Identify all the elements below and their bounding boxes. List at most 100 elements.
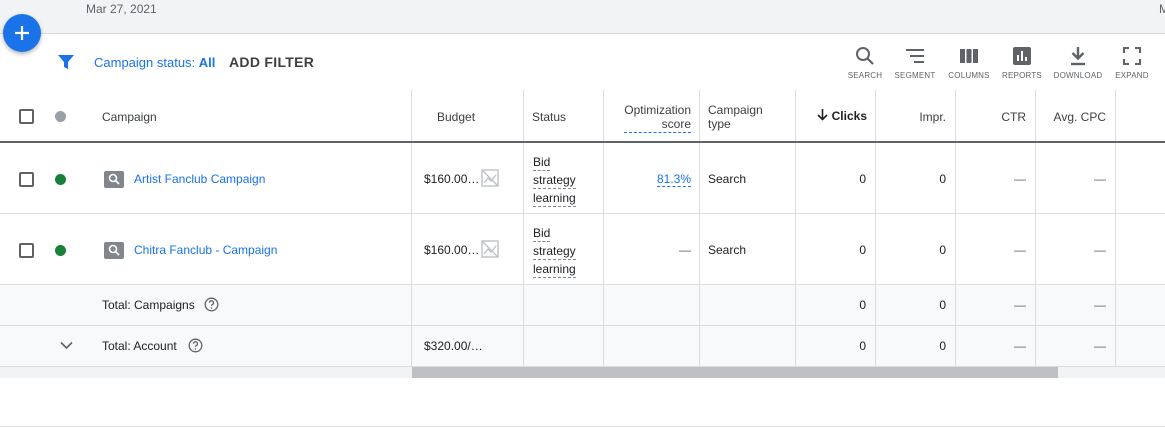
impr-value: 0 (939, 243, 946, 257)
ctr-cell: — (956, 214, 1036, 284)
campaign-status-filter[interactable]: Campaign status: All (94, 55, 215, 70)
horizontal-scrollbar-thumb[interactable] (412, 367, 1058, 378)
search-tool-label: SEARCH (847, 71, 883, 80)
header-clicks-cell[interactable]: Clicks (796, 90, 876, 141)
search-campaign-icon (104, 171, 124, 188)
ctr-value: — (1014, 243, 1026, 257)
campaign-link[interactable]: Chitra Fanclub - Campaign (134, 243, 277, 257)
filter-value-text: All (198, 55, 216, 70)
header-clicks: Clicks (831, 109, 867, 123)
status-line: Bid (533, 155, 551, 171)
status-line: Bid (533, 226, 551, 242)
help-icon[interactable] (188, 338, 203, 353)
total-clicks-cell: 0 (796, 326, 876, 366)
total-clicks-cell: 0 (796, 285, 876, 325)
add-campaign-button[interactable] (3, 14, 41, 52)
campaign-type: Search (708, 172, 747, 186)
reports-tool-button[interactable]: REPORTS (997, 44, 1047, 84)
total-clicks-value: 0 (859, 339, 866, 353)
status-line: learning (533, 191, 576, 207)
total-opt-cell (604, 285, 700, 325)
reports-icon (1013, 47, 1031, 65)
header-ctr: CTR (1001, 110, 1026, 124)
header-campaign[interactable]: Campaign (102, 110, 157, 124)
budget-cell[interactable]: $160.00… (412, 143, 524, 213)
header-opt-score-line1: Optimization (624, 103, 691, 117)
status-line: learning (533, 262, 576, 278)
segment-tool-button[interactable]: SEGMENT (890, 44, 940, 84)
total-impr-cell: 0 (876, 285, 956, 325)
columns-tool-button[interactable]: COLUMNS (944, 44, 994, 84)
header-status-cell[interactable]: Status (524, 90, 604, 141)
header-clicks-wrap: Clicks (817, 109, 867, 123)
select-all-checkbox[interactable] (19, 109, 34, 124)
header-ctr-cell[interactable]: CTR (956, 90, 1036, 141)
chevron-down-icon[interactable] (60, 341, 73, 350)
total-type-cell (700, 285, 796, 325)
arrow-down-icon (817, 109, 828, 121)
impr-cell: 0 (876, 143, 956, 213)
ctr-cell: — (956, 143, 1036, 213)
total-status-cell (524, 285, 604, 325)
table-header-row: Campaign Budget Status Optimization scor… (0, 90, 1165, 143)
segment-icon (906, 49, 924, 63)
header-impr-cell[interactable]: Impr. (876, 90, 956, 141)
expand-tool-label: EXPAND (1115, 71, 1149, 80)
opt-score-value[interactable]: 81.3% (656, 172, 691, 187)
columns-tool-label: COLUMNS (948, 71, 990, 80)
date-range-end-label: M (1159, 2, 1165, 16)
avg-cpc-value: — (1094, 243, 1106, 257)
header-type-cell[interactable]: Campaign type (700, 90, 796, 141)
avg-cpc-value: — (1094, 172, 1106, 186)
status-line: strategy (533, 244, 576, 260)
header-status: Status (532, 110, 567, 124)
type-cell: Search (700, 214, 796, 284)
header-opt-score-line2: score (661, 117, 691, 131)
total-label-cell: Total: Account (0, 326, 412, 366)
header-left-block: Campaign (0, 90, 412, 141)
header-impr: Impr. (919, 110, 946, 124)
budget-cell[interactable]: $160.00… (412, 214, 524, 284)
search-tool-button[interactable]: SEARCH (840, 44, 890, 84)
filter-icon[interactable] (57, 54, 75, 71)
segment-tool-label: SEGMENT (894, 71, 936, 80)
row-checkbox[interactable] (19, 243, 34, 258)
header-type: Campaign type (708, 103, 763, 131)
header-type-line2: type (708, 117, 731, 131)
expand-tool-button[interactable]: EXPAND (1107, 44, 1157, 84)
avg-cpc-cell: — (1036, 214, 1116, 284)
download-icon (1071, 47, 1085, 66)
date-label: Mar 27, 2021 (86, 2, 157, 16)
add-filter-button[interactable]: ADD FILTER (229, 54, 314, 70)
total-type-cell (700, 326, 796, 366)
table-row: Artist Fanclub Campaign $160.00… Bid str… (0, 143, 1165, 214)
opt-score-cell: 81.3% (604, 143, 700, 213)
status-text[interactable]: Bid strategy learning (533, 153, 576, 207)
clicks-cell: 0 (796, 214, 876, 284)
help-icon[interactable] (204, 297, 219, 312)
header-avg-cpc-cell[interactable]: Avg. CPC (1036, 90, 1116, 141)
header-budget: Budget (437, 110, 476, 124)
total-impr-cell: 0 (876, 326, 956, 366)
total-budget-cell: $320.00/… (412, 326, 524, 366)
impr-cell: 0 (876, 214, 956, 284)
download-tool-button[interactable]: DOWNLOAD (1053, 44, 1103, 84)
download-tool-label: DOWNLOAD (1053, 71, 1103, 80)
campaign-link[interactable]: Artist Fanclub Campaign (134, 172, 265, 186)
budget-chart-icon (481, 240, 499, 258)
impr-value: 0 (939, 172, 946, 186)
status-text[interactable]: Bid strategy learning (533, 224, 576, 278)
bottom-divider (0, 426, 1165, 427)
header-avg-cpc: Avg. CPC (1053, 110, 1106, 124)
total-account-budget: $320.00/… (424, 339, 483, 353)
row-checkbox[interactable] (19, 172, 34, 187)
budget-value: $160.00… (424, 172, 480, 186)
total-impr-value: 0 (939, 298, 946, 312)
campaign-cell: Chitra Fanclub - Campaign (0, 214, 412, 284)
header-opt-score-cell[interactable]: Optimization score (604, 90, 700, 141)
opt-score-cell: — (604, 214, 700, 284)
total-label-cell: Total: Campaigns (0, 285, 412, 325)
plus-icon (15, 26, 29, 40)
total-avg-cpc-cell: — (1036, 326, 1116, 366)
header-budget-cell[interactable]: Budget (412, 90, 524, 141)
